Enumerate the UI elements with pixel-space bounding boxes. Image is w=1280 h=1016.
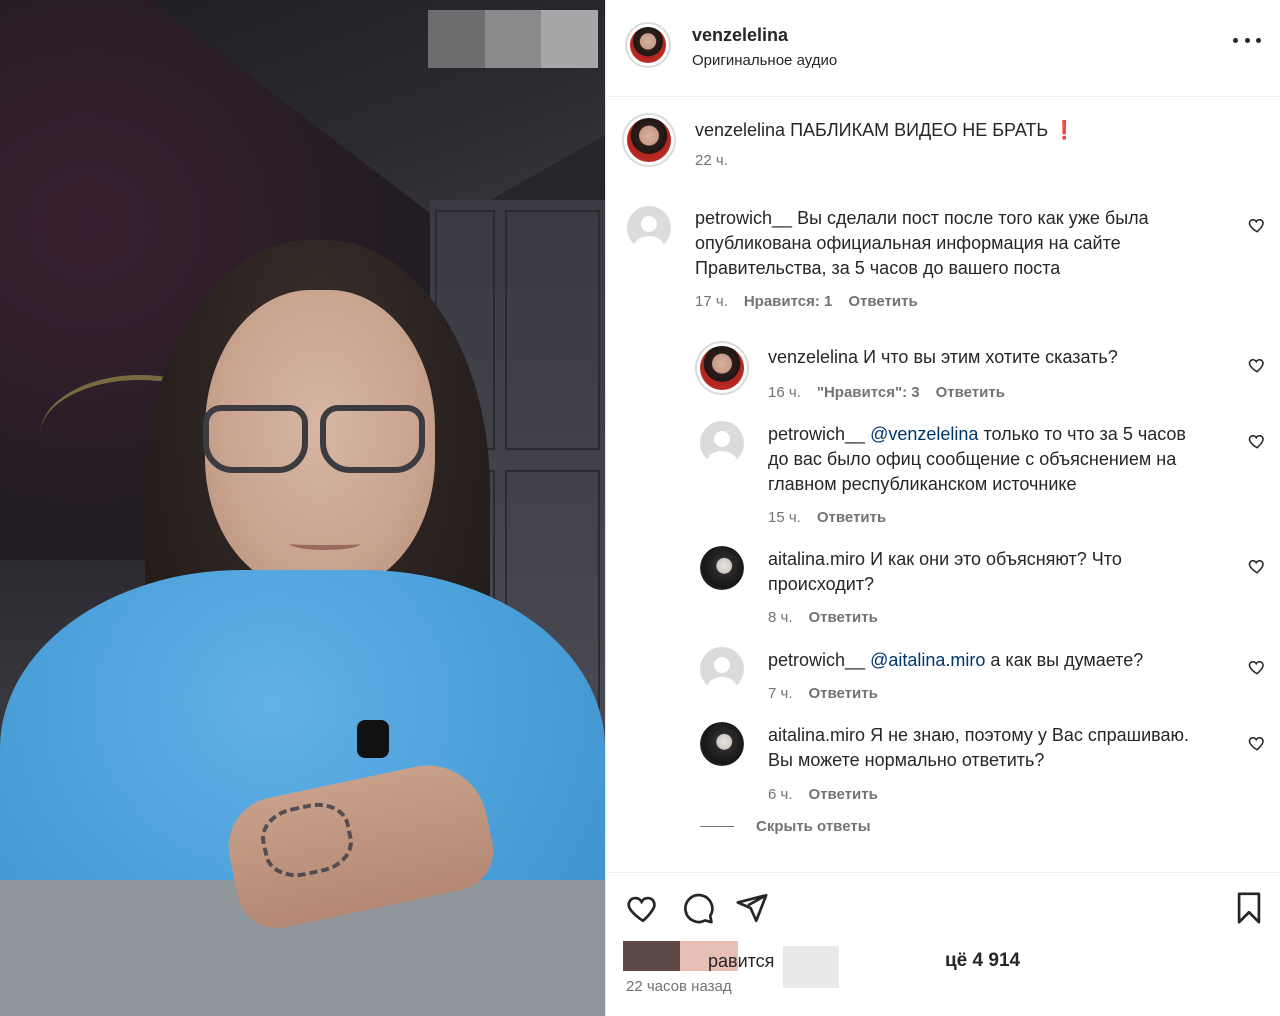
caption-time[interactable]: 22 ч.: [695, 152, 728, 169]
reply-meta: 15 ч. Ответить: [768, 509, 886, 526]
post-time[interactable]: 22 часов назад: [626, 978, 732, 995]
comment-item: petrowich__ Вы сделали пост после того к…: [695, 206, 1215, 281]
like-heart-icon[interactable]: [626, 891, 660, 925]
reply-time[interactable]: 16 ч.: [768, 384, 801, 401]
mention-link[interactable]: @aitalina.miro: [870, 650, 985, 670]
caption-text: ПАБЛИКАМ ВИДЕО НЕ БРАТЬ: [790, 120, 1049, 140]
hide-replies-label: Скрыть ответы: [756, 818, 871, 835]
reply-button[interactable]: Ответить: [848, 293, 917, 310]
comment-time[interactable]: 17 ч.: [695, 293, 728, 310]
reply-text-line: происходит?: [768, 574, 875, 594]
share-icon[interactable]: [735, 891, 769, 925]
reply-button[interactable]: Ответить: [809, 786, 878, 803]
comment-username[interactable]: petrowich__: [695, 208, 792, 228]
reply-button[interactable]: Ответить: [936, 384, 1005, 401]
reply-avatar[interactable]: [700, 722, 744, 766]
reply-time[interactable]: 15 ч.: [768, 509, 801, 526]
author-avatar[interactable]: [625, 22, 671, 68]
comment-likes[interactable]: Нравится: 1: [744, 293, 833, 310]
heart-icon[interactable]: [1248, 734, 1266, 752]
reply-button[interactable]: Ответить: [817, 509, 886, 526]
heart-icon[interactable]: [1248, 216, 1266, 234]
reply-button[interactable]: Ответить: [809, 609, 878, 626]
hide-replies-line: [700, 826, 734, 827]
caption-username[interactable]: venzelelina: [695, 120, 785, 140]
heart-icon[interactable]: [1248, 557, 1266, 575]
reply-text-line: Вы можете нормально ответить?: [768, 750, 1045, 770]
audio-label[interactable]: Оригинальное аудио: [692, 52, 837, 69]
likes-label[interactable]: равится: [708, 951, 774, 972]
reply-username[interactable]: petrowich__: [768, 650, 865, 670]
reply-text-line: только то что за 5 часов: [983, 424, 1186, 444]
reply-meta: 6 ч. Ответить: [768, 786, 878, 803]
heart-icon[interactable]: [1248, 356, 1266, 374]
reply-text-line: главном республиканском источнике: [768, 474, 1077, 494]
reply-meta: 8 ч. Ответить: [768, 609, 878, 626]
reply-meta: 16 ч. "Нравится": 3 Ответить: [768, 384, 1005, 401]
reply-item: petrowich__ @aitalina.miro а как вы дума…: [768, 648, 1228, 673]
more-icon[interactable]: [1233, 30, 1261, 50]
reply-time[interactable]: 7 ч.: [768, 685, 793, 702]
reply-username[interactable]: venzelelina: [768, 347, 858, 367]
reply-text: а как вы думаете?: [990, 650, 1144, 670]
person-mouth: [290, 538, 360, 550]
reply-avatar[interactable]: [700, 546, 744, 590]
reply-time[interactable]: 6 ч.: [768, 786, 793, 803]
reply-likes[interactable]: "Нравится": 3: [817, 384, 920, 401]
reply-avatar[interactable]: [700, 421, 744, 465]
comment-icon[interactable]: [681, 891, 715, 925]
reply-time[interactable]: 8 ч.: [768, 609, 793, 626]
hide-replies-button[interactable]: Скрыть ответы: [700, 818, 871, 835]
glasses-right: [320, 405, 425, 473]
reply-username[interactable]: petrowich__: [768, 424, 865, 444]
reply-username[interactable]: aitalina.miro: [768, 725, 865, 745]
reply-item: aitalina.miro И как они это объясняют? Ч…: [768, 547, 1228, 597]
likes-count[interactable]: цё 4 914: [945, 950, 1020, 972]
comment-text-line: опубликована официальная информация на с…: [695, 233, 1121, 253]
comment-meta: 17 ч. Нравится: 1 Ответить: [695, 293, 918, 310]
bookmark-icon[interactable]: [1232, 891, 1266, 925]
redaction-block: [623, 941, 680, 971]
clip-microphone: [357, 720, 389, 758]
caption: venzelelina ПАБЛИКАМ ВИДЕО НЕ БРАТЬ ❗: [695, 118, 1076, 143]
reply-text-line: до вас было офиц сообщение с объяснением…: [768, 449, 1177, 469]
reply-avatar[interactable]: [695, 341, 749, 395]
commenter-avatar[interactable]: [627, 206, 671, 250]
actions-divider: [605, 872, 1280, 873]
comment-text-line: Вы сделали пост после того как уже была: [797, 208, 1149, 228]
reply-avatar[interactable]: [700, 647, 744, 691]
reply-item: aitalina.miro Я не знаю, поэтому у Вас с…: [768, 723, 1238, 773]
reply-button[interactable]: Ответить: [809, 685, 878, 702]
reply-text-line: Я не знаю, поэтому у Вас спрашиваю.: [870, 725, 1190, 745]
reply-meta: 7 ч. Ответить: [768, 685, 878, 702]
comment-text-line: Правительства, за 5 часов до вашего пост…: [695, 258, 1061, 278]
caption-avatar[interactable]: [622, 113, 676, 167]
author-username[interactable]: venzelelina: [692, 25, 788, 46]
redaction-block: [783, 946, 839, 988]
reply-item: petrowich__ @venzelelina только то что з…: [768, 422, 1228, 497]
mention-link[interactable]: @venzelelina: [870, 424, 978, 444]
reply-text: И что вы этим хотите сказать?: [863, 347, 1118, 367]
header-divider: [605, 96, 1280, 97]
reply-username[interactable]: aitalina.miro: [768, 549, 865, 569]
redaction-block: [428, 10, 599, 68]
video-player[interactable]: [0, 0, 605, 1016]
reply-text-line: И как они это объясняют? Что: [870, 549, 1122, 569]
reply-item: venzelelina И что вы этим хотите сказать…: [768, 345, 1118, 370]
glasses-left: [203, 405, 308, 473]
heart-icon[interactable]: [1248, 432, 1266, 450]
caption-meta: 22 ч.: [695, 152, 728, 169]
heart-icon[interactable]: [1248, 658, 1266, 676]
exclamation-emoji: ❗: [1053, 120, 1076, 140]
